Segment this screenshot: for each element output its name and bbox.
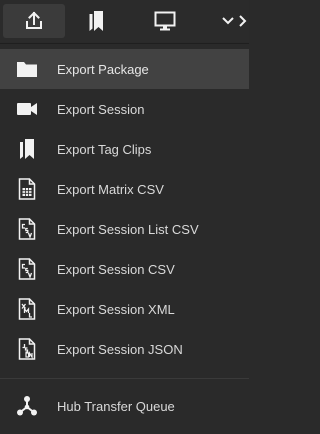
menu-item-label: Hub Transfer Queue xyxy=(57,398,175,414)
menu-item-label: Export Matrix CSV xyxy=(57,181,164,197)
csv-file-icon xyxy=(15,257,39,281)
menu-item-label: Export Tag Clips xyxy=(57,141,152,157)
display-button[interactable] xyxy=(145,4,185,38)
menu-item-export-session-json[interactable]: Export Session JSON xyxy=(0,329,249,369)
menu-separator xyxy=(0,378,249,379)
tag-clips-button[interactable] xyxy=(71,4,121,38)
menu-item-export-package[interactable]: Export Package xyxy=(0,49,249,89)
menu-item-export-session-csv[interactable]: Export Session CSV xyxy=(0,249,249,289)
json-file-icon xyxy=(15,337,39,361)
menu-item-label: Export Session XML xyxy=(57,301,175,317)
menu-item-export-tag-clips[interactable]: Export Tag Clips xyxy=(0,129,249,169)
folder-icon xyxy=(15,57,39,81)
menu-item-export-session-list-csv[interactable]: Export Session List CSV xyxy=(0,209,249,249)
menu-item-label: Export Package xyxy=(57,61,149,77)
menu-item-label: Export Session xyxy=(57,101,145,117)
csv-file-icon xyxy=(15,217,39,241)
menu-item-export-matrix-csv[interactable]: Export Matrix CSV xyxy=(0,169,249,209)
more-dropdown-button[interactable] xyxy=(216,4,240,38)
export-menu: Export Package Export Session Export Tag… xyxy=(0,43,249,434)
monitor-icon xyxy=(154,11,176,31)
tag-clip-icon xyxy=(86,10,106,32)
hub-network-icon xyxy=(15,394,39,418)
menu-item-export-session[interactable]: Export Session xyxy=(0,89,249,129)
matrix-csv-file-icon xyxy=(15,177,39,201)
tag-clip-icon xyxy=(15,137,39,161)
menu-item-label: Export Session CSV xyxy=(57,261,175,277)
menu-item-label: Export Session JSON xyxy=(57,341,183,357)
xml-file-icon xyxy=(15,297,39,321)
export-button[interactable] xyxy=(3,4,65,38)
menu-item-label: Export Session List CSV xyxy=(57,221,199,237)
menu-item-export-session-xml[interactable]: Export Session XML xyxy=(0,289,249,329)
chevron-down-icon xyxy=(221,16,235,26)
video-camera-icon xyxy=(15,97,39,121)
toolbar xyxy=(0,0,249,42)
export-icon xyxy=(24,11,44,31)
overflow-icon xyxy=(239,14,249,28)
overflow-button[interactable] xyxy=(239,4,249,38)
menu-item-hub-transfer-queue[interactable]: Hub Transfer Queue xyxy=(0,386,249,426)
